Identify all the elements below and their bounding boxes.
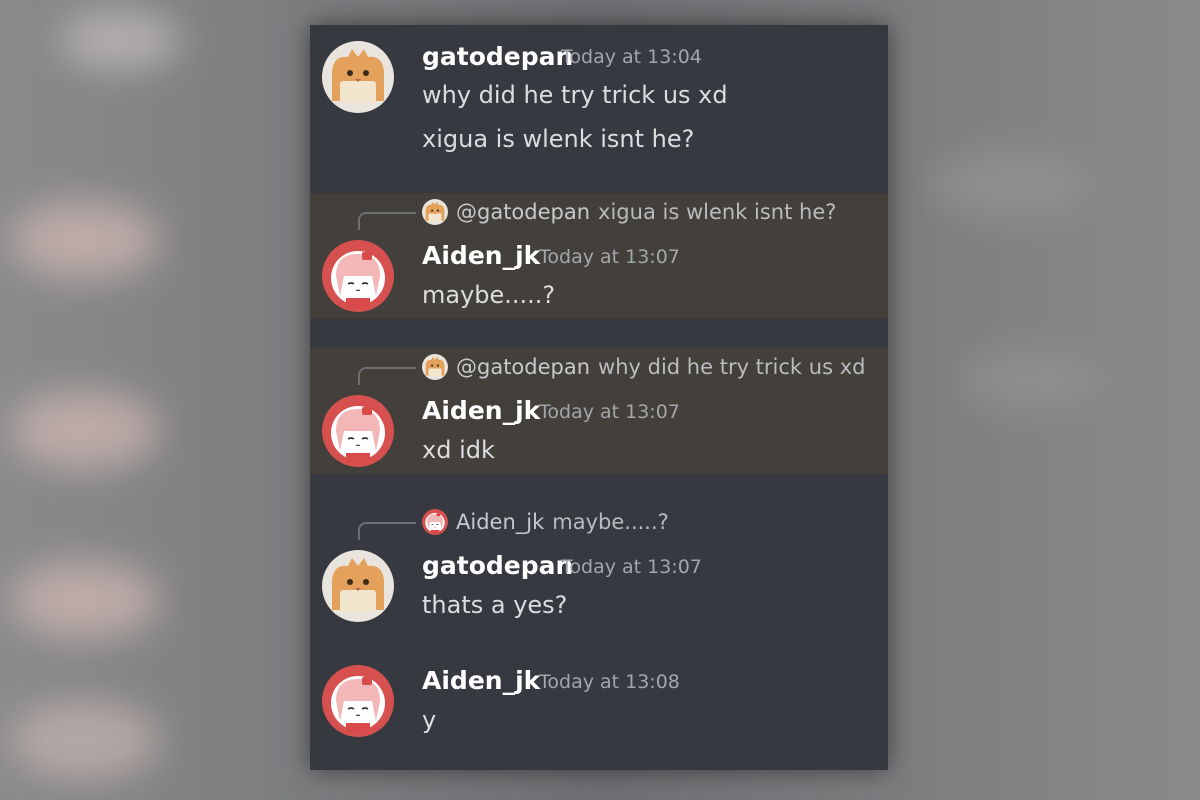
cat-bread-avatar xyxy=(422,199,448,225)
message-item: @gatodepan xigua is wlenk isnt he? Aiden… xyxy=(310,193,888,319)
chat-panel: gatodepan Today at 13:04 why did he try … xyxy=(310,25,888,770)
reply-connector xyxy=(358,212,416,230)
cat-bread-avatar[interactable] xyxy=(322,41,394,113)
message-timestamp: Today at 13:07 xyxy=(539,246,680,268)
message-timestamp: Today at 13:04 xyxy=(561,46,702,68)
message-text: why did he try trick us xd xyxy=(422,81,728,109)
message-text: thats a yes? xyxy=(422,591,568,619)
message-text: y xyxy=(422,706,437,734)
anime-girl-avatar[interactable] xyxy=(322,665,394,737)
anime-girl-avatar xyxy=(422,509,448,535)
message-author[interactable]: Aiden_jk xyxy=(422,666,540,695)
reply-preview[interactable]: Aiden_jk maybe.....? xyxy=(422,509,669,535)
message-timestamp: Today at 13:07 xyxy=(561,556,702,578)
message-item: gatodepan Today at 13:04 why did he try … xyxy=(310,25,888,185)
message-text: xigua is wlenk isnt he? xyxy=(422,125,695,153)
reply-text: xigua is wlenk isnt he? xyxy=(598,200,837,224)
message-author[interactable]: gatodepan xyxy=(422,551,573,580)
anime-girl-avatar[interactable] xyxy=(322,240,394,312)
message-author[interactable]: gatodepan xyxy=(422,42,573,71)
reply-preview[interactable]: @gatodepan why did he try trick us xd xyxy=(422,354,865,380)
message-text: xd idk xyxy=(422,436,495,464)
message-item: Aiden_jk maybe.....? gatodepan Today at … xyxy=(310,503,888,629)
reply-text: why did he try trick us xd xyxy=(598,355,866,379)
anime-girl-avatar[interactable] xyxy=(322,395,394,467)
cat-bread-avatar[interactable] xyxy=(322,550,394,622)
message-item: @gatodepan why did he try trick us xd Ai… xyxy=(310,348,888,474)
reply-connector xyxy=(358,522,416,540)
reply-connector xyxy=(358,367,416,385)
reply-text: maybe.....? xyxy=(552,510,669,534)
message-author[interactable]: Aiden_jk xyxy=(422,396,540,425)
message-timestamp: Today at 13:07 xyxy=(539,401,680,423)
reply-author: @gatodepan xyxy=(456,200,591,224)
message-item: Aiden_jk Today at 13:08 y xyxy=(310,655,888,765)
reply-author: @gatodepan xyxy=(456,355,591,379)
message-text: maybe.....? xyxy=(422,281,556,309)
reply-preview[interactable]: @gatodepan xigua is wlenk isnt he? xyxy=(422,199,836,225)
message-timestamp: Today at 13:08 xyxy=(539,671,680,693)
cat-bread-avatar xyxy=(422,354,448,380)
reply-author: Aiden_jk xyxy=(456,510,545,534)
message-author[interactable]: Aiden_jk xyxy=(422,241,540,270)
